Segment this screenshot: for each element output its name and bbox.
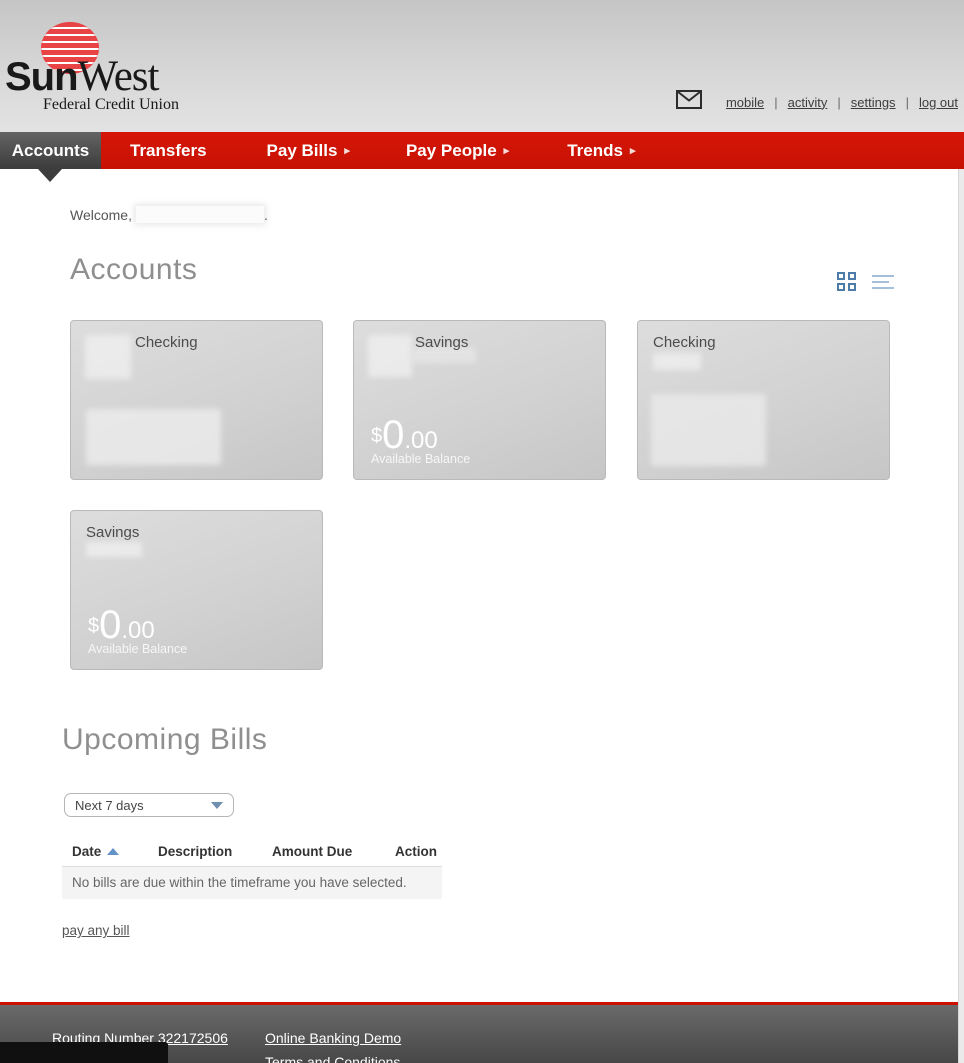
welcome-suffix: . (264, 207, 268, 223)
redacted-user-name (136, 206, 264, 223)
chevron-right-icon: ▸ (630, 144, 636, 157)
separator: | (774, 95, 777, 110)
main-nav: Accounts Transfers Pay Bills ▸ Pay People… (0, 132, 964, 169)
account-type-label: Checking (653, 334, 716, 351)
column-header-action[interactable]: Action (395, 844, 437, 859)
account-type-label: Savings (86, 524, 139, 541)
sort-ascending-icon (107, 848, 119, 855)
nav-tab-label: Trends (567, 141, 623, 161)
mail-icon[interactable] (676, 90, 702, 114)
nav-tab-transfers[interactable]: Transfers (110, 132, 227, 169)
nav-tab-pay-people[interactable]: Pay People ▸ (386, 132, 529, 169)
active-tab-pointer (38, 169, 62, 182)
sunwest-logo[interactable]: SunWest Federal Credit Union (5, 14, 205, 124)
terms-and-conditions-link[interactable]: Terms and Conditions (265, 1054, 400, 1063)
upcoming-bills-table: Date Description Amount Due Action No bi… (62, 840, 442, 899)
separator: | (906, 95, 909, 110)
welcome-message: Welcome, . (70, 206, 268, 223)
account-card-checking-2[interactable]: Checking (637, 320, 890, 480)
account-card-savings-1[interactable]: Savings $0.00 Available Balance (353, 320, 606, 480)
redacted-account-avatar (368, 335, 412, 377)
nav-tab-label: Pay People (406, 141, 497, 161)
link-settings[interactable]: settings (851, 95, 896, 110)
column-header-date[interactable]: Date (72, 844, 119, 859)
redacted-account-avatar (85, 335, 131, 379)
nav-tab-accounts[interactable]: Accounts (0, 132, 101, 169)
page-header: SunWest Federal Credit Union mobile | ac… (0, 0, 964, 132)
nav-tab-trends[interactable]: Trends ▸ (547, 132, 655, 169)
column-header-amount-due[interactable]: Amount Due (272, 844, 352, 859)
header-utility-links: mobile | activity | settings | log out (676, 90, 958, 114)
account-type-label: Savings (415, 334, 468, 351)
redacted-balance (651, 394, 766, 466)
redacted-account-number (86, 542, 142, 557)
available-balance-label: Available Balance (88, 642, 187, 656)
redacted-balance (86, 409, 221, 465)
online-banking-demo-link[interactable]: Online Banking Demo (265, 1030, 401, 1046)
browser-status-bubble (0, 1042, 168, 1063)
welcome-prefix: Welcome, (70, 207, 132, 223)
separator: | (837, 95, 840, 110)
table-header-row: Date Description Amount Due Action (62, 840, 442, 867)
grid-view-icon[interactable] (837, 272, 857, 292)
column-header-description[interactable]: Description (158, 844, 232, 859)
link-mobile[interactable]: mobile (726, 95, 764, 110)
chevron-right-icon: ▸ (504, 144, 510, 157)
nav-tab-pay-bills[interactable]: Pay Bills ▸ (247, 132, 370, 169)
timeframe-dropdown[interactable]: Next 7 days (64, 793, 234, 817)
nav-tab-label: Accounts (12, 141, 89, 161)
logo-subtitle: Federal Credit Union (43, 96, 179, 114)
link-logout[interactable]: log out (919, 95, 958, 110)
available-balance-label: Available Balance (371, 452, 470, 466)
account-card-checking-1[interactable]: Checking (70, 320, 323, 480)
list-view-icon[interactable] (872, 273, 894, 291)
accounts-section-title: Accounts (70, 253, 197, 287)
link-activity[interactable]: activity (788, 95, 828, 110)
chevron-right-icon: ▸ (344, 144, 350, 157)
pay-any-bill-link[interactable]: pay any bill (62, 923, 130, 938)
nav-tab-label: Transfers (130, 141, 207, 161)
account-type-label: Checking (135, 334, 198, 351)
nav-tab-label: Pay Bills (267, 141, 338, 161)
timeframe-dropdown-value: Next 7 days (75, 798, 211, 813)
logo-word-sun: Sun (5, 55, 78, 99)
account-card-savings-2[interactable]: Savings $0.00 Available Balance (70, 510, 323, 670)
logo-word-west: West (78, 53, 159, 100)
chevron-down-icon (211, 802, 223, 809)
upcoming-bills-section-title: Upcoming Bills (62, 723, 267, 757)
view-toggle (837, 272, 894, 292)
scrollbar[interactable] (958, 169, 964, 1063)
empty-table-message: No bills are due within the timeframe yo… (62, 867, 442, 899)
redacted-account-number (653, 353, 701, 370)
logo-text: SunWest (5, 52, 158, 101)
